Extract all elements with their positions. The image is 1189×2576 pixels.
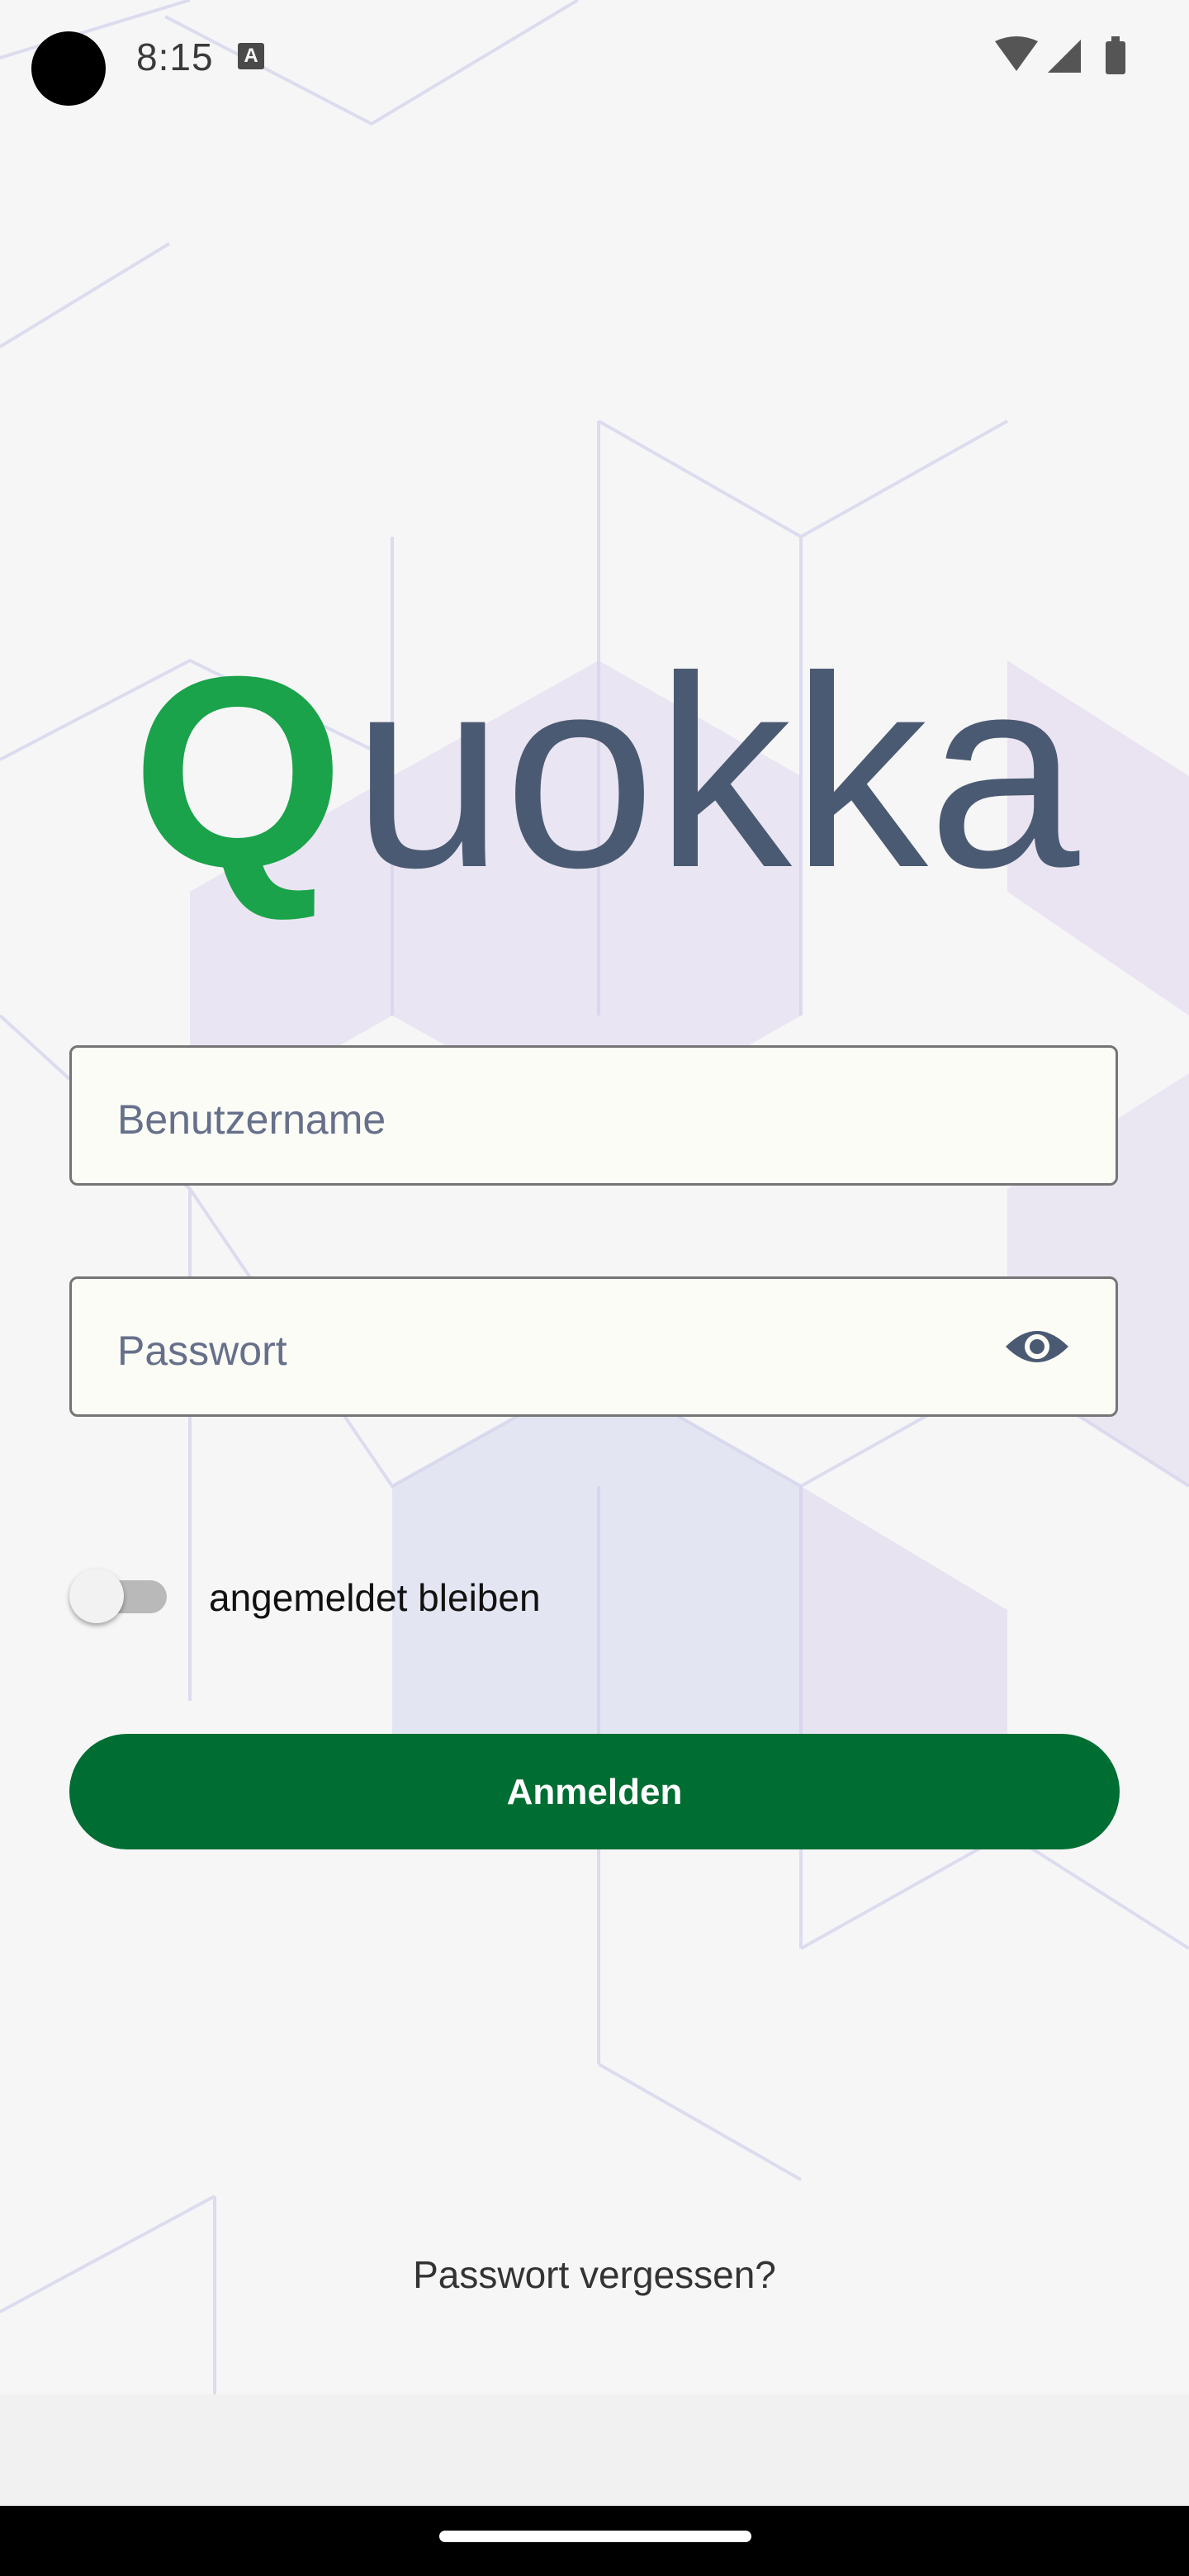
logo-rest: uokka [352,619,1080,924]
forgot-password-link[interactable]: Passwort vergessen? [0,2252,1189,2297]
signal-icon [1048,40,1081,73]
logo-first-letter: Q [132,619,344,924]
home-indicator[interactable] [439,2531,751,2542]
stay-signed-in-switch[interactable] [69,1567,168,1625]
status-icons [995,36,1125,74]
keyboard-notification-icon: A [238,43,264,69]
username-field[interactable]: Benutzername [69,1045,1118,1186]
background-pattern [0,0,1189,2394]
password-field[interactable]: Passwort [69,1276,1118,1417]
username-placeholder: Benutzername [117,1096,386,1143]
front-camera [31,31,106,106]
eye-icon[interactable] [1004,1322,1070,1371]
status-time: 8:15 [136,36,214,78]
battery-icon [1106,41,1125,74]
app-logo: Quokka [132,619,1079,924]
wifi-icon [995,36,1038,71]
stay-signed-in-label: angemeldet bleiben [209,1576,541,1619]
status-bar: 8:15 A [0,0,1189,116]
password-placeholder: Passwort [117,1328,287,1374]
switch-thumb [69,1569,124,1623]
bottom-area [0,2394,1189,2506]
login-button[interactable]: Anmelden [69,1734,1120,1849]
navigation-bar [0,2506,1189,2576]
